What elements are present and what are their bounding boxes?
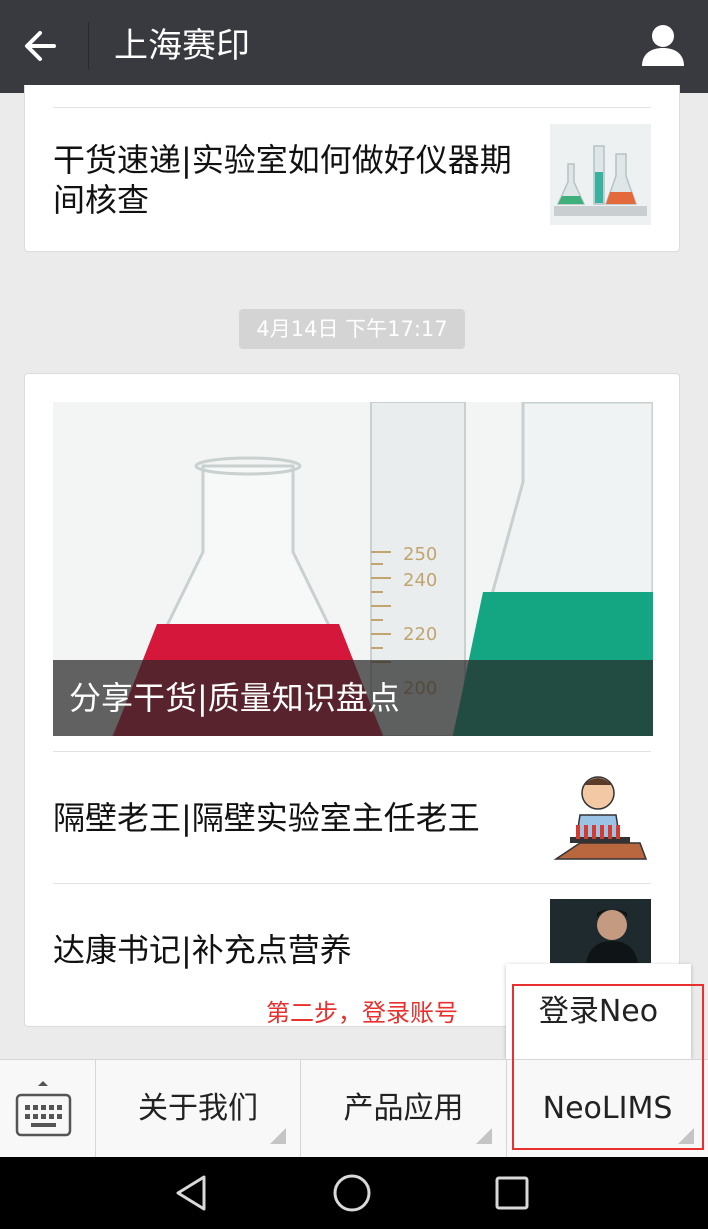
person-icon <box>642 25 684 66</box>
system-nav-bar <box>0 1157 708 1229</box>
submenu-indicator-icon <box>270 1128 286 1144</box>
back-button[interactable] <box>14 18 70 74</box>
cover-caption[interactable]: 分享干货|质量知识盘点 <box>53 660 653 736</box>
nav-home-icon[interactable] <box>332 1173 372 1213</box>
menu-item-label: 关于我们 <box>138 1091 258 1126</box>
menu-item-products[interactable]: 产品应用 <box>301 1060 507 1158</box>
divider <box>53 107 651 108</box>
page-title: 上海赛印 <box>114 26 250 66</box>
profile-button[interactable] <box>638 20 688 70</box>
divider <box>53 883 651 884</box>
scale-label: 220 <box>403 624 437 645</box>
cover-image[interactable]: 250 240 220 200 分享干货|质量知识盘点 <box>53 402 653 736</box>
top-divider <box>88 22 89 70</box>
article-title[interactable]: 达康书记|补充点营养 <box>53 930 352 970</box>
arrow-left-icon <box>25 31 56 61</box>
submenu-indicator-icon <box>476 1128 492 1144</box>
timestamp-badge: 4月14日 下午17:17 <box>239 309 465 349</box>
lab-glassware-image <box>550 124 651 225</box>
menu-item-label: 产品应用 <box>343 1091 464 1126</box>
article-thumbnail[interactable] <box>550 899 651 963</box>
nav-recents-icon[interactable] <box>492 1173 532 1213</box>
article-title[interactable]: 干货速递|实验室如何做好仪器期间核查 <box>53 140 523 220</box>
article-card: 250 240 220 200 分享干货|质量知识盘点 隔壁老王|隔壁实验室主任… <box>24 373 680 1027</box>
article-title[interactable]: 隔壁老王|隔壁实验室主任老王 <box>53 798 480 838</box>
article-thumbnail[interactable] <box>550 124 651 225</box>
highlight-box <box>512 984 704 1150</box>
nav-back-icon[interactable] <box>172 1173 212 1213</box>
scale-label: 240 <box>403 570 437 591</box>
article-card: 干货速递|实验室如何做好仪器期间核查 <box>24 85 680 252</box>
cartoon-scientist-image <box>550 767 651 868</box>
article-thumbnail[interactable] <box>550 767 651 868</box>
top-bar: 上海赛印 <box>0 0 708 93</box>
scale-label: 250 <box>403 544 437 565</box>
keyboard-toggle-button[interactable] <box>0 1060 96 1158</box>
divider <box>53 751 651 752</box>
step-annotation: 第二步，登录账号 <box>266 999 458 1027</box>
keyboard-icon <box>15 1081 72 1137</box>
portrait-photo <box>550 899 651 963</box>
menu-item-about-us[interactable]: 关于我们 <box>96 1060 301 1158</box>
